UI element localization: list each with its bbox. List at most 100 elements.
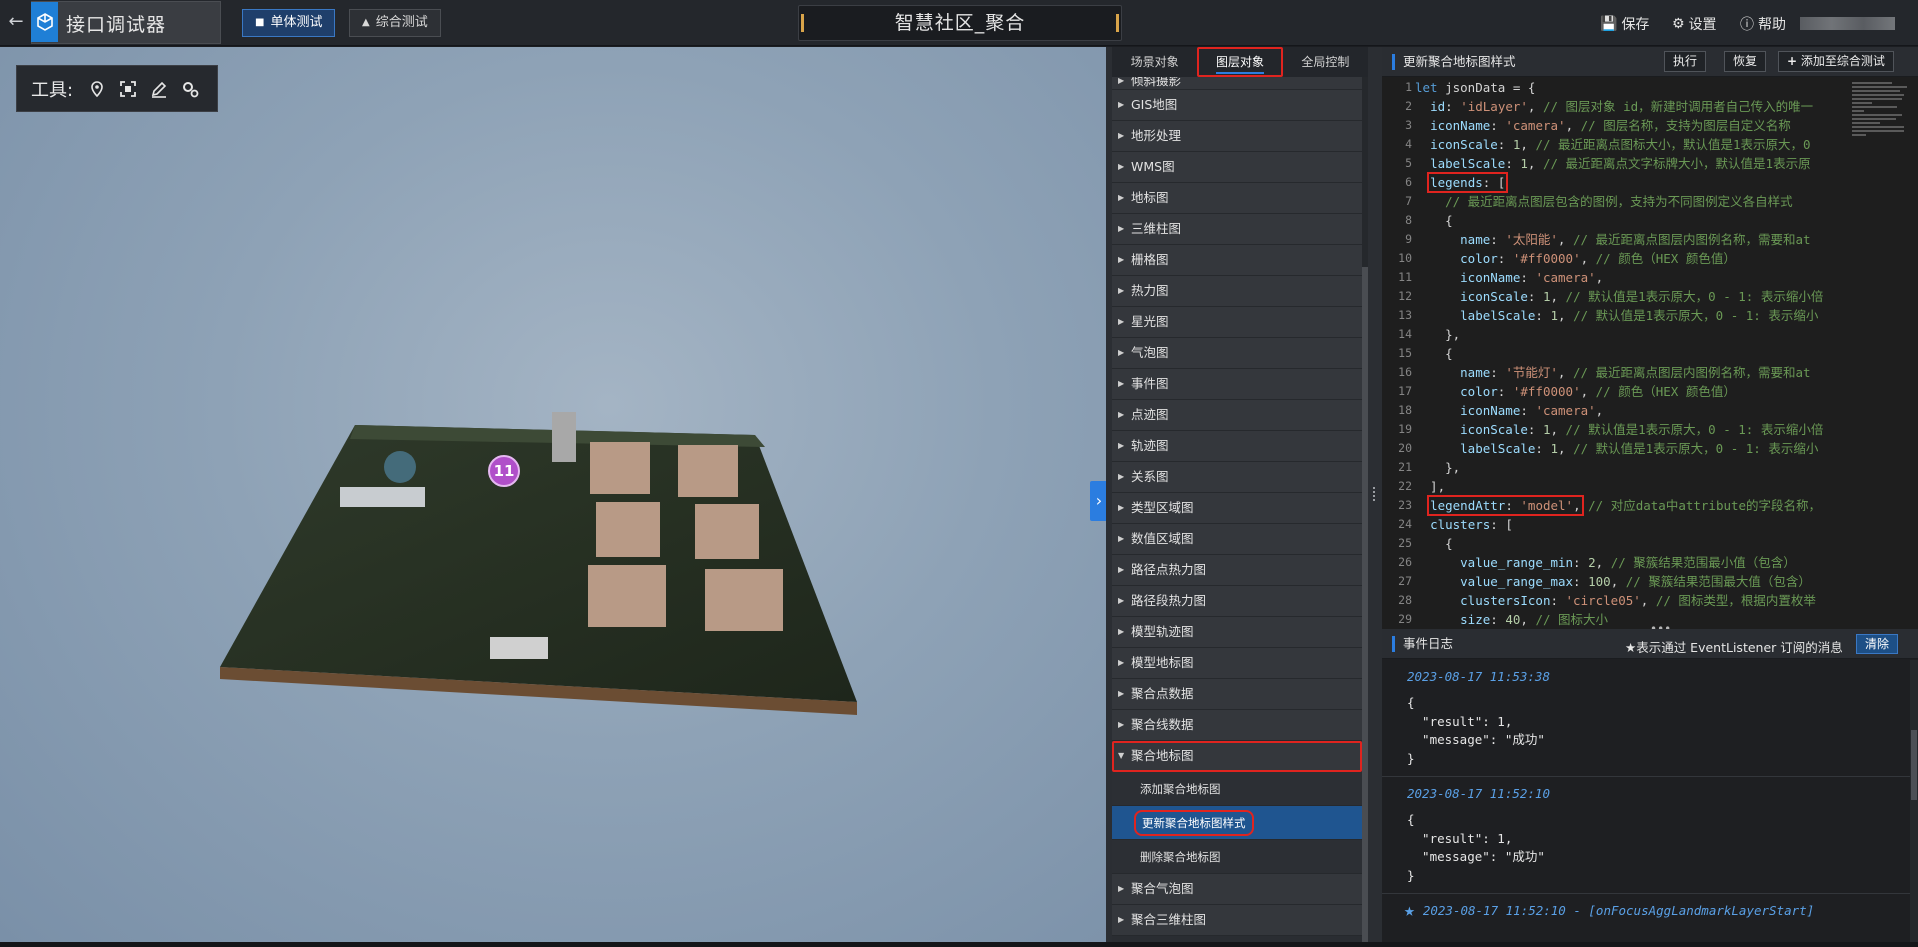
layer-action-item[interactable]: 更新聚合地标图样式: [1112, 806, 1362, 840]
layer-category-item[interactable]: ▶ 栅格图: [1112, 245, 1362, 276]
event-log-scrollbar[interactable]: [1910, 660, 1918, 942]
code-text: size: 40, // 图标大小: [1460, 612, 1609, 627]
code-line: 15 {: [1382, 344, 1918, 363]
line-number: 29: [1398, 612, 1412, 626]
layer-action-label: 删除聚合地标图: [1140, 850, 1221, 864]
layer-category-item[interactable]: ▶ 数值区域图: [1112, 524, 1362, 555]
layer-category-item[interactable]: ▶ 聚合气泡图: [1112, 874, 1362, 905]
code-line: 26 value_range_min: 2, // 聚簇结果范围最小值（包含）: [1382, 553, 1918, 572]
code-text: iconName: 'camera',: [1460, 403, 1604, 418]
caret-right-icon: ▶: [1118, 658, 1125, 667]
line-number: 14: [1398, 327, 1412, 341]
layer-category-item[interactable]: ▶ 热力图: [1112, 276, 1362, 307]
log-entry: 2023-08-17 11:52:10 { "result": 1, "mess…: [1382, 777, 1910, 894]
code-minimap[interactable]: [1852, 80, 1912, 175]
frame-select-icon[interactable]: [117, 78, 139, 100]
mode-single-test-label: 单体测试: [270, 15, 323, 30]
layer-category-item[interactable]: ▶ WMS图: [1112, 152, 1362, 183]
layer-category-item[interactable]: ▶ 路径段热力图: [1112, 586, 1362, 617]
code-editor[interactable]: 1 let jsonData = {2 id: 'idLayer', // 图层对…: [1382, 78, 1918, 629]
mode-integrated-test-button[interactable]: ▲ 综合测试: [349, 9, 441, 37]
caret-right-icon: ▶: [1118, 193, 1125, 202]
save-button[interactable]: 💾 保存: [1600, 14, 1649, 34]
line-number: 6: [1405, 175, 1412, 189]
cluster-count-badge[interactable]: 11: [488, 455, 520, 487]
layer-action-item[interactable]: 删除聚合地标图: [1112, 840, 1362, 874]
layer-category-item[interactable]: ▶ 倾斜摄影: [1112, 77, 1362, 90]
layer-category-label: 数值区域图: [1131, 531, 1194, 546]
caret-right-icon: ▶: [1118, 503, 1125, 512]
tab-layer-objects[interactable]: 图层对象: [1197, 47, 1283, 77]
layer-category-item[interactable]: ▶ 星光图: [1112, 307, 1362, 338]
code-text: let jsonData = {: [1415, 80, 1536, 95]
layer-category-item[interactable]: ▶ 点迹图: [1112, 400, 1362, 431]
code-line: 4 iconScale: 1, // 最近距离点图标大小，默认值是1表示原大，0: [1382, 135, 1918, 154]
layer-category-item[interactable]: ▶ 聚合点数据: [1112, 679, 1362, 710]
line-number: 23: [1398, 498, 1412, 512]
layer-object-list: ▶ 倾斜摄影 ▶ GIS地图 ▶ 地形处理 ▶ WMS图 ▶ 地标图 ▶ 三维柱图 ▶ 栅格图 ▶ 热力图 ▶ 星…: [1112, 77, 1362, 942]
layer-category-label: 聚合三维柱图: [1131, 912, 1207, 927]
settings-button[interactable]: ⚙ 设置: [1672, 14, 1717, 34]
tab-global-control[interactable]: 全局控制: [1283, 47, 1368, 77]
pen-icon[interactable]: [148, 78, 170, 100]
3d-viewport[interactable]: 工具: 11 ›: [0, 47, 1106, 942]
add-to-integrated-test-button[interactable]: + 添加至综合测试: [1778, 51, 1894, 72]
mode-single-test-button[interactable]: ■ 单体测试: [242, 9, 336, 37]
code-text: value_range_max: 100, // 聚簇结果范围最大值（包含）: [1460, 574, 1811, 589]
layer-category-item[interactable]: ▶ 气泡图: [1112, 338, 1362, 369]
back-arrow-icon[interactable]: ←: [4, 10, 28, 34]
run-button[interactable]: 执行: [1664, 51, 1707, 72]
panel-splitter[interactable]: [1368, 47, 1382, 942]
event-log-scroll-thumb[interactable]: [1911, 730, 1917, 800]
layer-category-item[interactable]: ▶ 类型区域图: [1112, 493, 1362, 524]
layer-category-item[interactable]: ▶ 路径点热力图: [1112, 555, 1362, 586]
reset-button[interactable]: 恢复: [1724, 51, 1767, 72]
code-line: 11 iconName: 'camera',: [1382, 268, 1918, 287]
layer-category-label: 栅格图: [1131, 252, 1169, 267]
layer-category-item[interactable]: ▶ 轨迹图: [1112, 431, 1362, 462]
layer-category-item[interactable]: ▶ 地标图: [1112, 183, 1362, 214]
cube-logo-icon: [31, 2, 58, 42]
layer-category-label: 倾斜摄影: [1131, 77, 1182, 88]
code-line: 23 legendAttr: 'model', // 对应data中attrib…: [1382, 495, 1918, 516]
help-button[interactable]: ⓘ 帮助: [1740, 14, 1786, 34]
layer-category-item[interactable]: ▶ 事件图: [1112, 369, 1362, 400]
layer-category-item[interactable]: ▶ 聚合三维柱图: [1112, 905, 1362, 936]
code-panel-title: 更新聚合地标图样式: [1392, 54, 1516, 70]
code-line: 9 name: '太阳能', // 最近距离点图层内图例名称，需要和at: [1382, 230, 1918, 249]
locate-pin-icon[interactable]: [86, 78, 108, 100]
layer-category-item[interactable]: ▶ 聚合线数据: [1112, 710, 1362, 741]
gears-icon[interactable]: [179, 78, 201, 100]
code-line: 13 labelScale: 1, // 默认值是1表示原大，0 - 1: 表示…: [1382, 306, 1918, 325]
line-number: 15: [1398, 346, 1412, 360]
code-line: 24 clusters: [: [1382, 515, 1918, 534]
code-text: labelScale: 1, // 默认值是1表示原大，0 - 1: 表示缩小: [1460, 441, 1819, 456]
line-number: 21: [1398, 460, 1412, 474]
tab-scene-objects-label: 场景对象: [1130, 55, 1179, 69]
layer-category-item[interactable]: ▼ 聚合地标图: [1112, 741, 1362, 772]
code-text: iconScale: 1, // 默认值是1表示原大，0 - 1: 表示缩小倍: [1460, 289, 1824, 304]
user-name-blurred[interactable]: [1800, 17, 1895, 30]
layer-category-item[interactable]: ▶ 地形处理: [1112, 121, 1362, 152]
add-to-integrated-test-label: 添加至综合测试: [1800, 54, 1885, 68]
code-text: {: [1415, 346, 1453, 361]
tab-scene-objects[interactable]: 场景对象: [1112, 47, 1197, 77]
layer-category-item[interactable]: ▶ GIS地图: [1112, 90, 1362, 121]
layer-category-label: 聚合气泡图: [1131, 881, 1194, 896]
layer-category-item[interactable]: ▶ 三维柱图: [1112, 214, 1362, 245]
panel-collapse-handle[interactable]: ›: [1090, 481, 1106, 521]
line-number: 17: [1398, 384, 1412, 398]
code-line: 17 color: '#ff0000', // 颜色（HEX 颜色值）: [1382, 382, 1918, 401]
code-text: clusters: [: [1430, 517, 1513, 532]
code-line: 27 value_range_max: 100, // 聚簇结果范围最大值（包含…: [1382, 572, 1918, 591]
scene-title: 智慧社区_聚合: [798, 5, 1122, 41]
layer-action-item[interactable]: 添加聚合地标图: [1112, 772, 1362, 806]
code-line: 1 let jsonData = {: [1382, 78, 1918, 97]
code-text: },: [1415, 460, 1461, 475]
layer-category-item[interactable]: ▶ 模型轨迹图: [1112, 617, 1362, 648]
layer-category-item[interactable]: ▶ 关系图: [1112, 462, 1362, 493]
line-number: 2: [1405, 99, 1412, 113]
layer-category-item[interactable]: ▶ 模型地标图: [1112, 648, 1362, 679]
line-number: 24: [1398, 517, 1412, 531]
clear-log-button[interactable]: 清除: [1856, 634, 1899, 654]
